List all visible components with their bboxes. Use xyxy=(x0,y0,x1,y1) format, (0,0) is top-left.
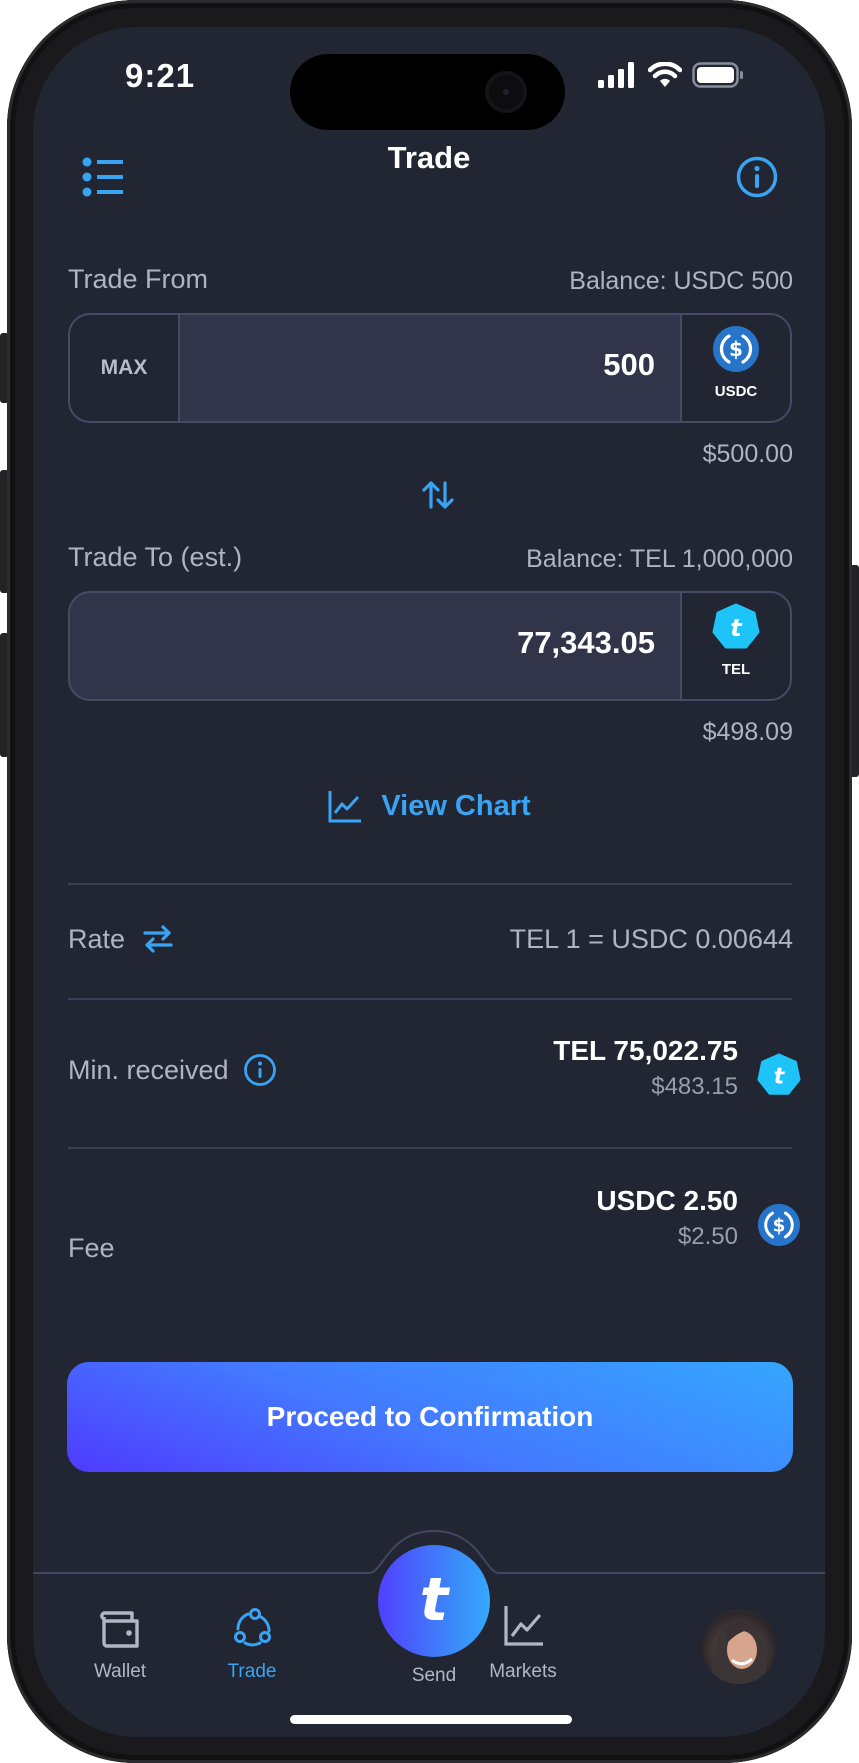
trade-to-balance: Balance: TEL 1,000,000 xyxy=(526,545,793,573)
swap-vertical-icon xyxy=(422,481,454,509)
token-selector-tel[interactable]: t TEL xyxy=(680,593,790,699)
token-selector-usdc[interactable]: $ USDC xyxy=(680,315,790,421)
divider xyxy=(68,883,792,885)
tab-wallet[interactable]: Wallet xyxy=(60,1609,180,1699)
info-icon[interactable] xyxy=(243,1053,277,1087)
svg-text:t: t xyxy=(774,1064,786,1089)
token-name: TEL xyxy=(721,661,751,678)
divider xyxy=(68,998,792,1000)
min-received-row: Min. received xyxy=(68,1053,277,1087)
trade-from-balance: Balance: USDC 500 xyxy=(569,267,793,295)
page-title: Trade xyxy=(387,140,471,175)
status-time: 9:21 xyxy=(125,57,196,94)
swap-button[interactable] xyxy=(418,475,458,515)
tab-markets[interactable]: Markets xyxy=(463,1605,583,1699)
svg-text:$: $ xyxy=(729,337,743,361)
min-received-label: Min. received xyxy=(68,1054,229,1085)
trade-from-label: Trade From xyxy=(68,264,209,294)
usdc-icon: $ xyxy=(757,1203,801,1247)
battery-icon xyxy=(692,62,743,88)
chart-line-icon xyxy=(504,1606,543,1646)
dynamic-island xyxy=(290,54,565,130)
proceed-button[interactable]: Proceed to Confirmation xyxy=(67,1362,793,1472)
fee-usd: $2.50 xyxy=(677,1223,738,1250)
tel-icon: t xyxy=(712,603,760,649)
tab-label: Trade xyxy=(227,1661,277,1682)
tab-trade[interactable]: Trade xyxy=(192,1607,312,1699)
screen: 9:21 Trade Trade From Balance: USDC 500 … xyxy=(33,27,825,1737)
telcoin-logo-icon: t xyxy=(420,1571,451,1631)
avatar[interactable] xyxy=(702,1610,776,1684)
token-name: USDC xyxy=(714,383,758,400)
divider xyxy=(68,1147,792,1149)
chart-line-icon xyxy=(328,791,362,823)
view-chart-label: View Chart xyxy=(381,789,531,822)
trade-from-usd: $500.00 xyxy=(702,440,793,468)
trade-from-field: MAX 500 $ USDC xyxy=(68,313,792,423)
info-icon xyxy=(736,156,778,198)
signal-icon xyxy=(598,62,634,88)
rate-label: Rate xyxy=(68,923,126,954)
rate-value: TEL 1 = USDC 0.00644 xyxy=(509,924,793,954)
min-received-usd: $483.15 xyxy=(651,1073,738,1100)
max-button[interactable]: MAX xyxy=(70,315,180,421)
swap-horizontal-icon[interactable] xyxy=(141,922,175,956)
trade-to-amount[interactable]: 77,343.05 xyxy=(517,625,655,661)
trade-to-field: 77,343.05 t TEL xyxy=(68,591,792,701)
fee-label: Fee xyxy=(68,1233,115,1263)
avatar-image xyxy=(712,1620,767,1684)
svg-text:t: t xyxy=(730,614,743,642)
trade-icon xyxy=(234,1608,271,1647)
home-indicator[interactable] xyxy=(290,1715,572,1724)
info-button[interactable] xyxy=(735,155,779,199)
tel-icon: t xyxy=(757,1053,801,1095)
wifi-icon xyxy=(648,62,682,87)
trade-to-label: Trade To (est.) xyxy=(68,542,243,572)
usdc-icon: $ xyxy=(713,326,759,372)
rate-row: Rate xyxy=(68,922,175,956)
tab-label: Markets xyxy=(489,1661,557,1682)
tab-label: Wallet xyxy=(93,1661,147,1682)
status-icons xyxy=(598,62,744,88)
trade-from-amount-input[interactable]: 500 xyxy=(603,347,655,383)
view-chart-button[interactable]: View Chart xyxy=(33,784,825,828)
camera-icon xyxy=(485,71,527,113)
trade-to-usd: $498.09 xyxy=(702,718,793,746)
svg-text:t: t xyxy=(420,1571,451,1631)
min-received-value: TEL 75,022.75 xyxy=(553,1035,738,1066)
fee-value: USDC 2.50 xyxy=(596,1185,738,1216)
wallet-icon xyxy=(100,1611,139,1648)
svg-text:$: $ xyxy=(773,1215,786,1236)
